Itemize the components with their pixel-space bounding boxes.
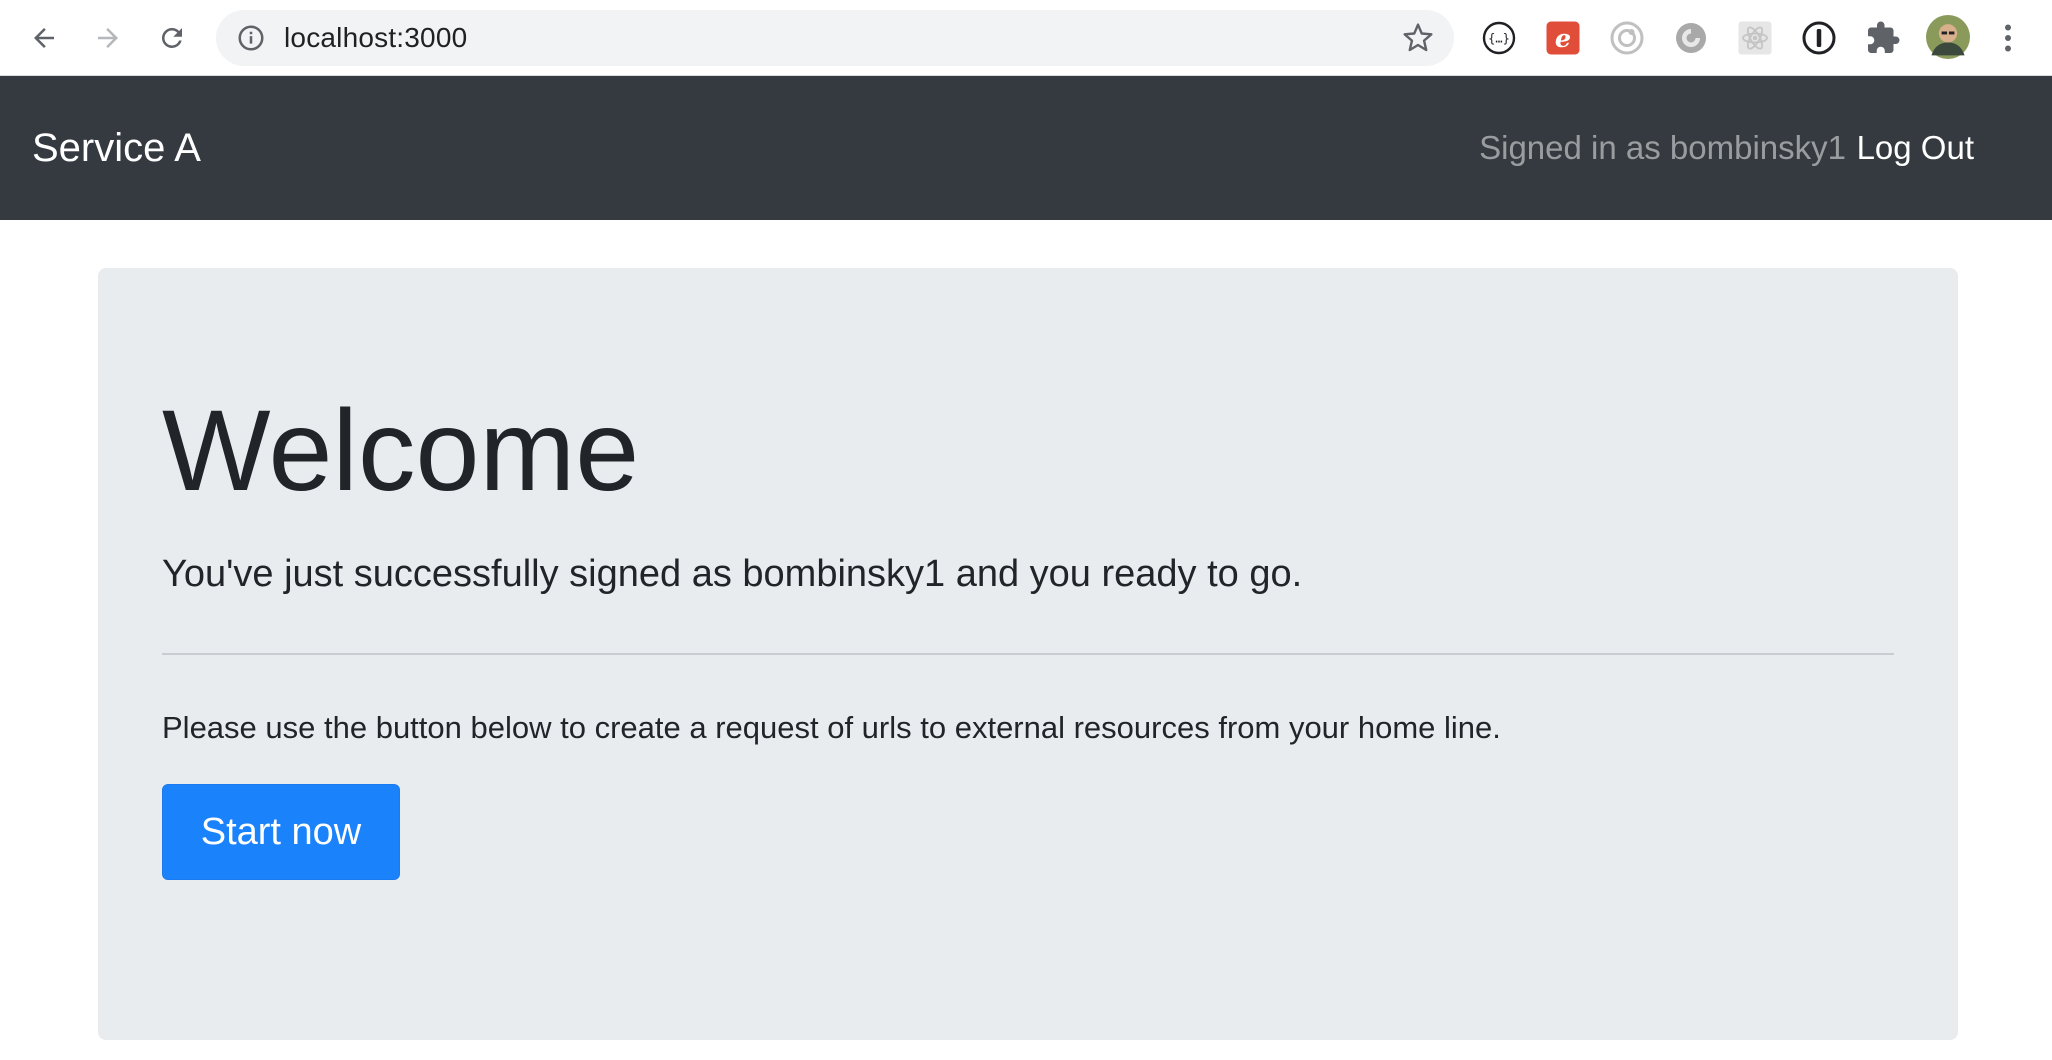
back-arrow-icon xyxy=(34,28,54,48)
back-button[interactable] xyxy=(20,14,68,62)
logout-link[interactable]: Log Out xyxy=(1857,76,1974,220)
address-bar[interactable]: localhost:3000 xyxy=(216,10,1454,66)
password-manager-extension[interactable] xyxy=(1799,18,1839,58)
browser-toolbar: localhost:3000 {…} e xyxy=(0,0,2052,76)
json-viewer-icon: {…} xyxy=(1482,21,1516,55)
info-icon[interactable] xyxy=(236,23,266,53)
kebab-menu-icon xyxy=(2005,24,2011,52)
forward-button[interactable] xyxy=(84,14,132,62)
reload-button[interactable] xyxy=(148,14,196,62)
swirl-extension-icon xyxy=(1676,23,1706,53)
avatar-icon xyxy=(1926,15,1970,59)
circle-extension[interactable] xyxy=(1607,18,1647,58)
swirl-extension[interactable] xyxy=(1671,18,1711,58)
site-navbar: Service A Signed in as bombinsky1 Log Ou… xyxy=(0,76,2052,220)
page-title: Welcome xyxy=(162,387,640,515)
browser-menu-button[interactable] xyxy=(1990,18,2026,58)
brand-link[interactable]: Service A xyxy=(32,76,201,220)
password-manager-icon xyxy=(1802,21,1836,55)
puzzle-extensions-icon xyxy=(1868,21,1900,53)
circle-extension-icon xyxy=(1610,21,1644,55)
url-text[interactable]: localhost:3000 xyxy=(284,10,467,66)
divider xyxy=(162,653,1894,655)
bookmark-star-icon[interactable] xyxy=(1402,22,1434,54)
welcome-jumbotron: Welcome You've just successfully signed … xyxy=(98,268,1958,1040)
lead-text: You've just successfully signed as bombi… xyxy=(162,553,1303,595)
react-devtools-extension[interactable] xyxy=(1735,18,1775,58)
forward-arrow-icon xyxy=(98,28,118,48)
json-viewer-extension[interactable]: {…} xyxy=(1479,18,1519,58)
extensions-menu-button[interactable] xyxy=(1863,18,1903,58)
reload-icon xyxy=(161,27,182,48)
svg-text:e: e xyxy=(1555,24,1571,54)
instructions-text: Please use the button below to create a … xyxy=(162,710,1501,745)
svg-text:{…}: {…} xyxy=(1488,32,1510,46)
start-now-button[interactable]: Start now xyxy=(162,784,400,880)
e-extension-icon: e xyxy=(1546,21,1580,55)
e-extension[interactable]: e xyxy=(1543,18,1583,58)
react-devtools-icon xyxy=(1738,21,1772,55)
signed-in-text: Signed in as bombinsky1 xyxy=(1479,129,1846,166)
profile-avatar[interactable] xyxy=(1925,14,1971,60)
